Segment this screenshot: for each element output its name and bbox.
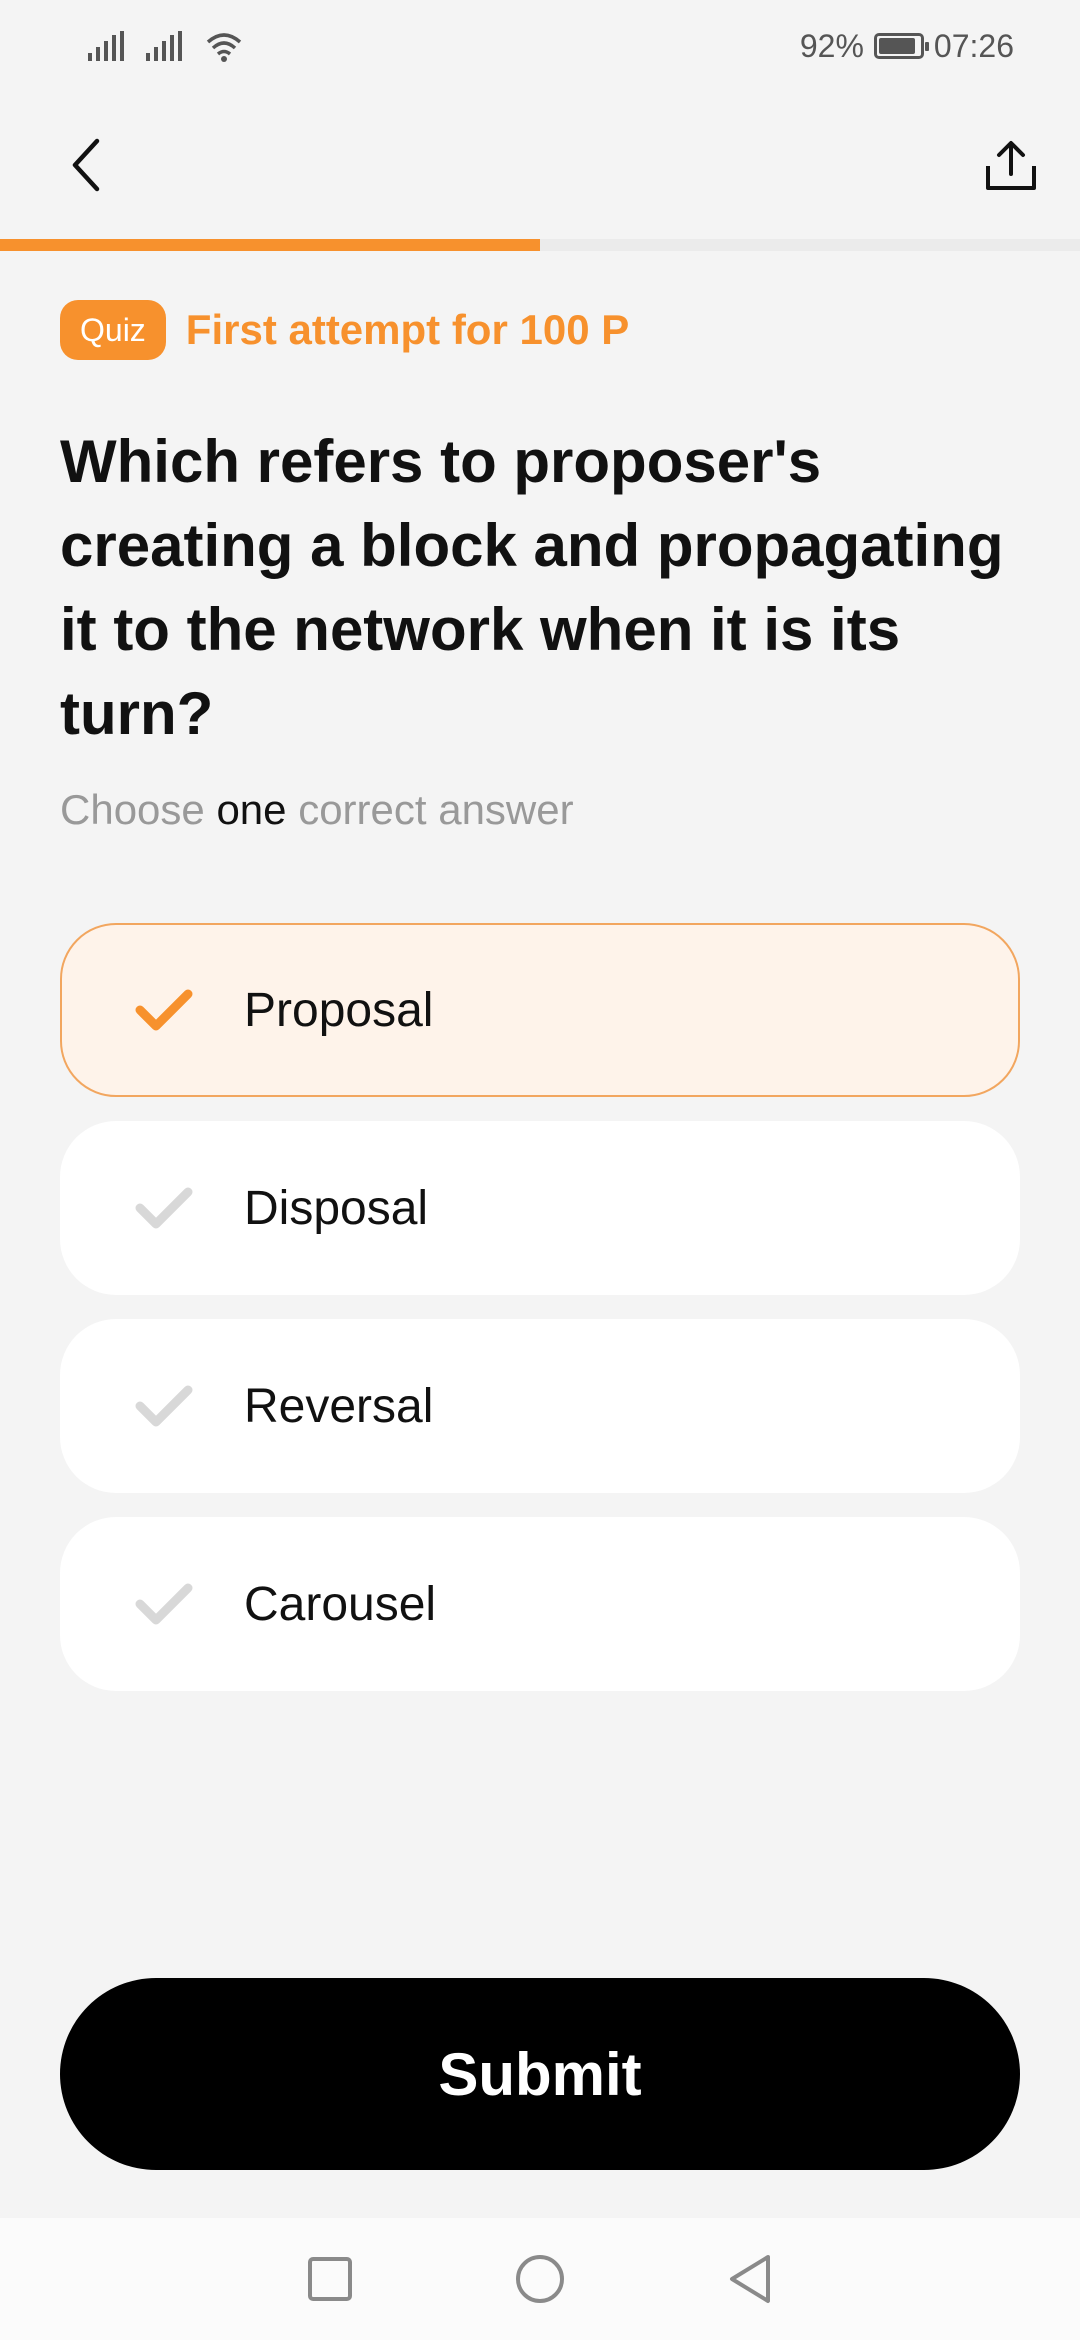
check-icon [134,1178,194,1238]
back-icon [730,2255,770,2303]
answer-instruction: Choose one correct answer [60,786,574,834]
answer-option-label: Carousel [244,1577,437,1631]
quiz-progress-bar [0,239,1080,251]
reward-row: Quiz First attempt for 100 P [60,300,629,360]
answer-options: Proposal Disposal Reversal Carousel [60,923,1020,1715]
answer-option-label: Reversal [244,1379,434,1433]
signal-icon [146,31,182,61]
answer-option-carousel[interactable]: Carousel [60,1517,1020,1691]
answer-option-disposal[interactable]: Disposal [60,1121,1020,1295]
nav-back-button[interactable] [710,2239,790,2319]
recent-apps-button[interactable] [290,2239,370,2319]
home-icon [516,2255,564,2303]
answer-option-reversal[interactable]: Reversal [60,1319,1020,1493]
reward-text: First attempt for 100 P [185,306,630,353]
check-icon [134,1376,194,1436]
app-bar [0,110,1080,220]
answer-option-proposal[interactable]: Proposal [60,923,1020,1097]
quiz-badge: Quiz [60,300,166,360]
back-button[interactable] [50,130,120,200]
instruction-emphasis: one [216,786,287,833]
clock: 07:26 [933,27,1014,64]
instruction-suffix: correct answer [298,786,574,833]
system-nav-bar [0,2218,1080,2340]
recent-apps-icon [308,2257,352,2301]
answer-option-label: Disposal [244,1181,429,1235]
question-text: Which refers to proposer's creating a bl… [60,428,1004,747]
check-icon [134,980,194,1040]
status-bar: 92% 07:26 [0,0,1080,92]
wifi-icon [206,33,242,62]
chevron-left-icon [72,138,100,192]
submit-button[interactable]: Submit [60,1978,1020,2170]
battery-icon [873,33,929,59]
share-button[interactable] [976,130,1046,200]
quiz-progress-fill [0,239,540,251]
signal-icon [88,31,124,61]
battery-percent: 92% [799,27,864,64]
answer-option-label: Proposal [244,983,434,1037]
check-icon [134,1574,194,1634]
instruction-prefix: Choose [60,786,205,833]
share-icon [986,141,1036,190]
home-button[interactable] [500,2239,580,2319]
